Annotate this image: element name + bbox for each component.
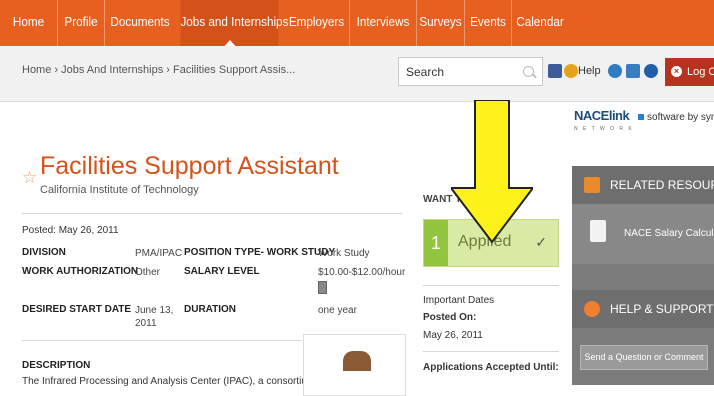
nav-divider (349, 0, 350, 46)
favorite-star-icon[interactable]: ☆ (22, 168, 37, 188)
nav-calendar[interactable]: Calendar (515, 0, 565, 46)
annotation-arrow-icon (451, 100, 533, 244)
software-credit: software by symplicity (647, 112, 714, 123)
related-resources-heading: RELATED RESOURCES (572, 166, 714, 204)
logout-button[interactable]: × Log Out (665, 58, 714, 86)
work-authorization-value: Other (135, 267, 161, 278)
posted-on-label: Posted On: (423, 312, 477, 323)
description-label: DESCRIPTION (22, 360, 91, 371)
resources-icon (584, 177, 600, 193)
send-question-button[interactable]: Send a Question or Comment (580, 345, 708, 370)
logo-text: NACElink (574, 108, 630, 123)
salary-calculator-link[interactable]: NACE Salary Calculator (572, 204, 714, 264)
nav-divider (104, 0, 105, 46)
position-type-value: Work Study (318, 248, 370, 259)
start-date-value-line2: 2011 (135, 318, 157, 329)
breadcrumb[interactable]: Home › Jobs And Internships › Facilities… (22, 64, 295, 76)
print-icon[interactable] (626, 64, 640, 78)
start-date-value-line1: June 13, (135, 305, 174, 316)
nav-documents[interactable]: Documents (109, 0, 172, 46)
nav-events[interactable]: Events (467, 0, 508, 46)
related-resources-label: RELATED RESOURCES (610, 178, 714, 192)
lifebuoy-icon (584, 301, 600, 317)
calculator-icon[interactable] (318, 281, 327, 294)
logo-subtext: N E T W O R K (574, 126, 634, 132)
facebook-icon[interactable] (548, 64, 562, 78)
nav-home[interactable]: Home (3, 0, 54, 46)
step-number: 1 (424, 220, 448, 266)
nav-jobs-and-internships[interactable]: Jobs and Internships (180, 0, 288, 47)
work-authorization-label: WORK AUTHORIZATION (22, 266, 139, 277)
divider (423, 285, 559, 286)
logout-label: Log Out (687, 66, 714, 78)
help-icon[interactable] (564, 64, 578, 78)
nav-divider (511, 0, 512, 46)
important-dates-heading: Important Dates (423, 295, 495, 306)
nav-divider (464, 0, 465, 46)
duration-label: DURATION (184, 304, 237, 315)
divider (423, 351, 559, 352)
nav-divider (57, 0, 58, 46)
division-label: DIVISION (22, 247, 66, 258)
division-value: PMA/IPAC (135, 248, 183, 259)
employer-contact-card (303, 334, 406, 396)
nav-divider (416, 0, 417, 46)
salary-value: $10.00-$12.00/hour (318, 267, 406, 278)
salary-calculator-label: NACE Salary Calculator (624, 228, 714, 239)
start-date-label: DESIRED START DATE (22, 304, 132, 315)
posted-on-value: May 26, 2011 (423, 330, 483, 341)
nacelink-logo: NACElink software by symplicity (574, 108, 714, 123)
play-icon[interactable] (608, 64, 622, 78)
description-text: The Infrared Processing and Analysis Cen… (22, 376, 316, 387)
symplicity-icon (638, 114, 645, 120)
share-icon[interactable] (644, 64, 658, 78)
nav-interviews[interactable]: Interviews (353, 0, 412, 46)
divider (22, 213, 402, 214)
nav-surveys[interactable]: Surveys (419, 0, 461, 46)
help-link[interactable]: Help (578, 65, 601, 77)
salary-label: SALARY LEVEL (184, 266, 260, 277)
nav-profile[interactable]: Profile (60, 0, 101, 46)
checkmark-icon: ✓ (535, 234, 547, 250)
top-nav: Home Profile Documents Jobs and Internsh… (0, 0, 714, 47)
divider (22, 340, 302, 341)
position-type-label: POSITION TYPE- WORK STUDY (184, 247, 336, 258)
document-icon (590, 220, 606, 242)
nav-employers[interactable]: Employers (287, 0, 346, 46)
employer-name[interactable]: California Institute of Technology (40, 184, 199, 196)
search-text: Search (406, 65, 445, 79)
help-support-heading: HELP & SUPPORT (572, 290, 714, 328)
job-title: Facilities Support Assistant (40, 152, 339, 180)
posted-date: Posted: May 26, 2011 (22, 225, 119, 236)
duration-value: one year (318, 305, 357, 316)
search-icon[interactable] (523, 66, 534, 77)
nav-label: Jobs and Internships (180, 14, 289, 29)
applications-accepted-label: Applications Accepted Until: (423, 362, 559, 373)
help-support-label: HELP & SUPPORT (610, 302, 714, 316)
search-input[interactable]: Search (398, 57, 543, 86)
avatar (343, 351, 371, 371)
logout-icon: × (671, 66, 682, 77)
